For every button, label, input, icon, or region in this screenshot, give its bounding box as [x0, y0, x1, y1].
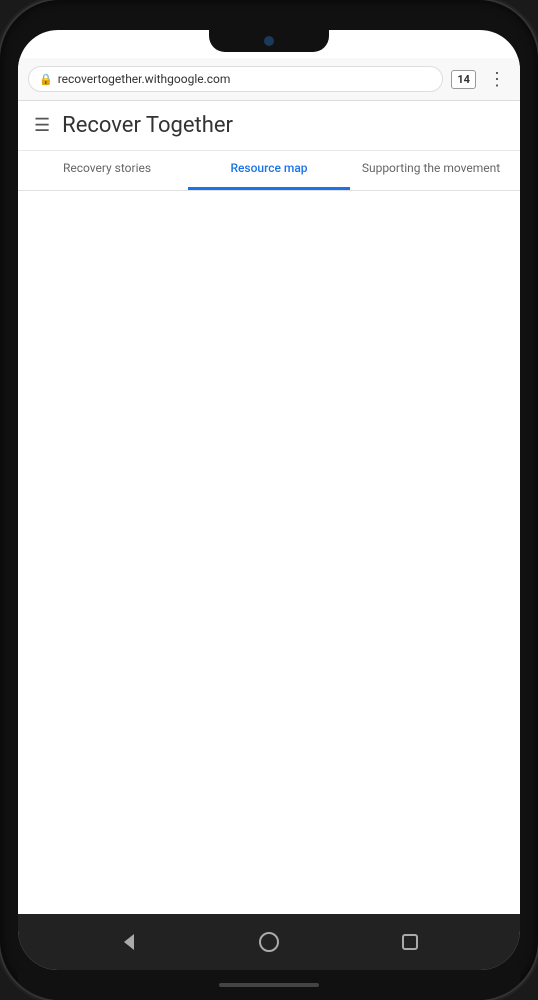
back-button[interactable]	[114, 928, 142, 956]
home-indicator	[219, 983, 319, 987]
app-header: ☰ Recover Together	[18, 101, 520, 151]
tab-supporting-movement[interactable]: Supporting the movement	[350, 151, 512, 190]
lock-icon: 🔒	[39, 73, 53, 86]
android-nav-bar	[18, 914, 520, 970]
recent-apps-button[interactable]	[396, 928, 424, 956]
tab-resource-map[interactable]: Resource map	[188, 151, 350, 190]
hamburger-menu-icon[interactable]: ☰	[34, 115, 50, 136]
phone-screen: 🔒 recovertogether.withgoogle.com 14 ⋮ ☰ …	[18, 30, 520, 970]
front-camera	[264, 36, 274, 46]
address-bar[interactable]: 🔒 recovertogether.withgoogle.com	[28, 66, 443, 92]
app-title: Recover Together	[62, 113, 233, 138]
tab-count-badge[interactable]: 14	[451, 70, 476, 89]
url-text: recovertogether.withgoogle.com	[58, 72, 231, 86]
phone-bottom-bar	[18, 970, 520, 1000]
phone-frame: 🔒 recovertogether.withgoogle.com 14 ⋮ ☰ …	[0, 0, 538, 1000]
browser-toolbar: 🔒 recovertogether.withgoogle.com 14 ⋮	[18, 58, 520, 101]
home-button[interactable]	[255, 928, 283, 956]
navigation-tabs: Recovery stories Resource map Supporting…	[18, 151, 520, 191]
browser-menu-button[interactable]: ⋮	[484, 69, 510, 90]
tab-recovery-stories[interactable]: Recovery stories	[26, 151, 188, 190]
